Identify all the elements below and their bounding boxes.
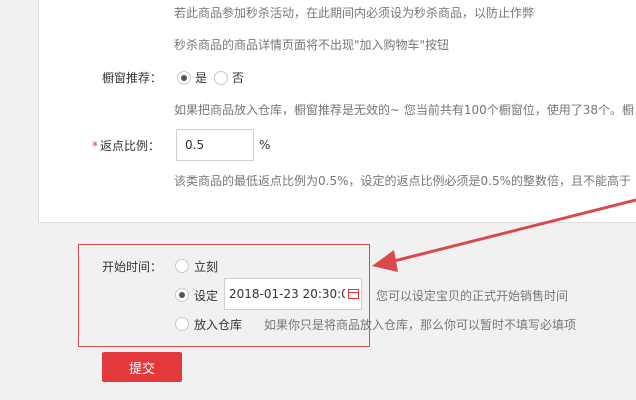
annotation-arrow	[372, 198, 636, 272]
arrow-shaft	[389, 198, 636, 264]
arrow-head	[372, 250, 398, 272]
submit-button[interactable]: 提交	[102, 352, 182, 382]
